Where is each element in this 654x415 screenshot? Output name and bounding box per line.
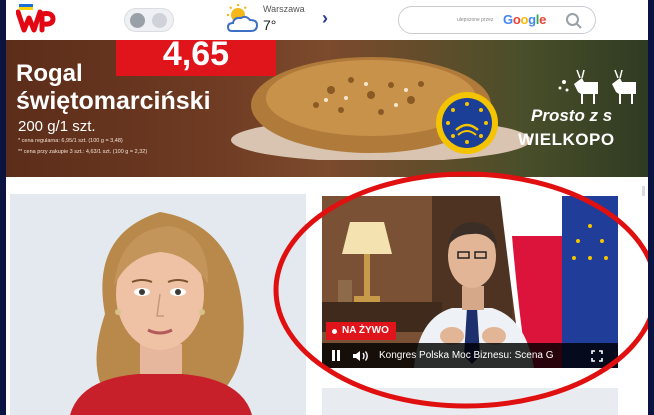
theme-toggle[interactable] — [124, 8, 174, 32]
search-input[interactable]: ulepszone przez Google — [398, 6, 596, 34]
video-title[interactable]: Kongres Polska Moc Biznesu: Scena G — [379, 350, 577, 361]
ad-slogan-2: WIELKOPO — [518, 130, 615, 149]
price-tag: 4,65 — [116, 40, 276, 76]
top-header: Warszawa 7° › ulepszone przez Google — [6, 0, 648, 40]
fullscreen-icon[interactable] — [591, 349, 603, 362]
ad-slogan-1: Prosto z s — [531, 106, 613, 125]
live-badge: NA ŻYWO — [326, 322, 396, 340]
weather-temperature: 7° — [263, 17, 277, 33]
chevron-right-icon[interactable]: › — [322, 8, 328, 29]
fine-print-1: * cena regularna: 6,95/1 szt. (100 g = 3… — [18, 138, 123, 144]
weather-city[interactable]: Warszawa — [263, 4, 305, 14]
deer-icon — [558, 69, 636, 104]
product-name-line1: Rogal — [16, 60, 83, 87]
fine-print-2: ** cena przy zakupie 3 szt.: 4,63/1 szt.… — [18, 149, 148, 155]
product-name-line2: świętomarciński — [16, 87, 211, 115]
eu-protected-origin-seal-icon — [436, 92, 498, 154]
product-weight: 200 g/1 szt. — [18, 118, 96, 135]
ad-banner[interactable]: 4,65 Rogal świętomarciński 200 g/1 szt. … — [6, 40, 648, 177]
next-card-preview[interactable] — [322, 388, 618, 415]
live-dot-icon — [332, 328, 337, 334]
news-card-photo[interactable] — [10, 194, 306, 415]
volume-icon[interactable] — [352, 350, 370, 362]
partly-cloudy-icon[interactable] — [224, 4, 264, 36]
live-video-player[interactable]: NA ŻYWO Kongres Polska Moc Biznesu: Scen… — [322, 196, 618, 368]
pause-icon[interactable] — [331, 350, 342, 361]
search-powered-by: ulepszone przez — [457, 17, 494, 23]
search-icon[interactable] — [565, 12, 583, 30]
wp-logo-icon[interactable] — [16, 4, 58, 36]
video-controls-bar: Kongres Polska Moc Biznesu: Scena G — [322, 343, 618, 368]
wp-homepage: Warszawa 7° › ulepszone przez Google 4,6… — [6, 0, 648, 415]
moon-icon — [152, 13, 167, 28]
scrollbar-marker — [642, 186, 645, 196]
sun-icon — [130, 13, 145, 28]
woman-portrait-image — [10, 194, 306, 415]
live-label: NA ŻYWO — [342, 325, 389, 336]
google-logo: Google — [503, 12, 547, 27]
